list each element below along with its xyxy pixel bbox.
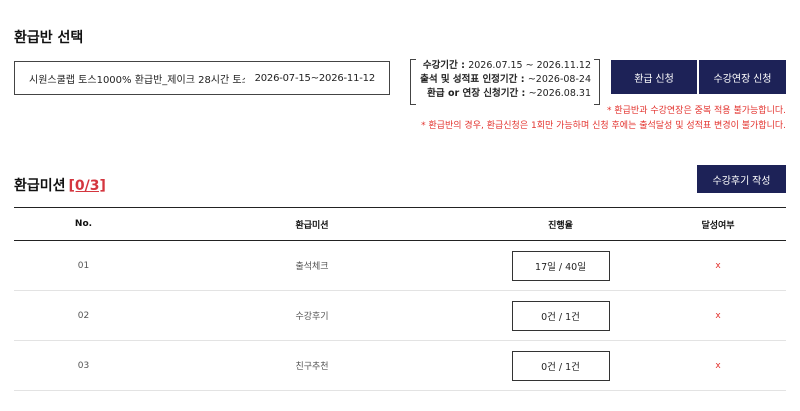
row-progress: 17일 / 40일 [511, 250, 610, 281]
refund-once-notice: * 환급반의 경우, 환급신청은 1회만 가능하며 신청 후에는 출석달성 및 … [421, 121, 786, 131]
row-progress: 0건 / 1건 [511, 300, 610, 331]
course-period-info: 수강기간 : 2026.07.15 ~ 2026.11.12 출석 및 성적표 … [410, 59, 600, 105]
row-progress: 0건 / 1건 [511, 350, 610, 381]
col-header-no: No. [14, 207, 153, 241]
extension-apply-button[interactable]: 수강연장 신청 [699, 60, 786, 94]
refund-apply-button[interactable]: 환급 신청 [611, 60, 697, 94]
row-no: 01 [14, 240, 153, 291]
table-row: 03 친구추천 0건 / 1건 x [14, 340, 786, 391]
row-achieved: x [715, 310, 721, 321]
row-achieved: x [715, 360, 721, 371]
course-select-dropdown[interactable]: 시원스쿨랩 토스1000% 환급반_제이크 28시간 토스(28시... 202… [14, 61, 390, 95]
course-dates: 2026-07-15~2026-11-12 [254, 72, 376, 84]
row-mission: 수강후기 [153, 290, 471, 341]
col-header-mission: 환급미션 [153, 207, 471, 241]
row-achieved: x [715, 260, 721, 271]
table-row: 02 수강후기 0건 / 1건 x [14, 290, 786, 341]
col-header-achieved: 달성여부 [650, 207, 786, 241]
refund-select-title: 환급반 선택 [14, 30, 84, 46]
row-no: 02 [14, 290, 153, 341]
table-row: 01 출석체크 17일 / 40일 x [14, 240, 786, 291]
attendance-period-line: 출석 및 성적표 인정기간 : ~2026-08-24 [420, 74, 591, 85]
duplicate-notice: * 환급반과 수강연장은 중복 적용 불가능합니다. [607, 106, 786, 116]
row-no: 03 [14, 340, 153, 391]
mission-title: 환급미션 [0/3] [14, 178, 106, 194]
mission-table: No. 환급미션 진행율 달성여부 01 출석체크 17일 / 40일 x 02… [14, 207, 786, 391]
write-review-button[interactable]: 수강후기 작성 [697, 165, 786, 193]
row-mission: 출석체크 [153, 240, 471, 291]
apply-period-line: 환급 or 연장 신청기간 : ~2026.08.31 [427, 88, 591, 99]
mission-count: [0/3] [68, 178, 106, 194]
study-period-line: 수강기간 : 2026.07.15 ~ 2026.11.12 [422, 60, 591, 71]
course-name: 시원스쿨랩 토스1000% 환급반_제이크 28시간 토스(28시... [29, 74, 245, 86]
row-mission: 친구추천 [153, 340, 471, 391]
col-header-progress: 진행율 [471, 207, 650, 241]
